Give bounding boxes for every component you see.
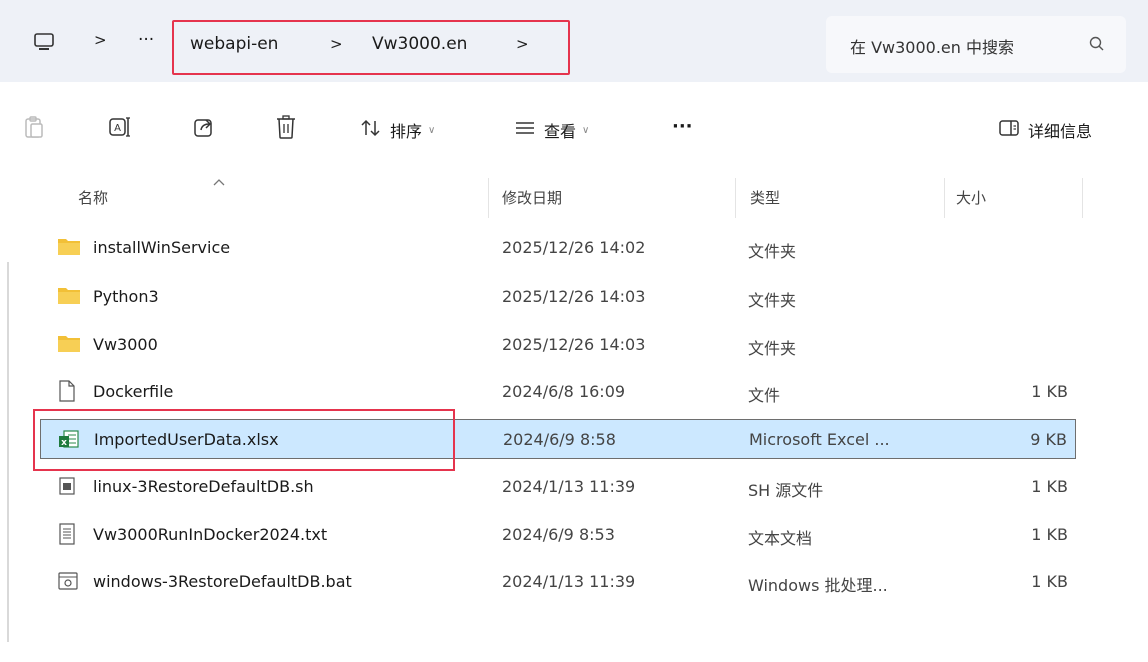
file-size: 1 KB xyxy=(1031,572,1068,591)
file-type: Microsoft Excel ... xyxy=(749,430,890,449)
script-file-icon xyxy=(57,475,79,497)
view-icon xyxy=(514,118,536,142)
column-divider[interactable] xyxy=(944,178,945,218)
search-box[interactable]: 在 Vw3000.en 中搜索 xyxy=(826,16,1126,73)
file-row[interactable]: Dockerfile 2024/6/8 16:09 文件 1 KB xyxy=(40,372,1076,412)
blank-file-icon xyxy=(57,380,79,402)
file-date: 2024/1/13 11:39 xyxy=(502,572,636,591)
sort-icon xyxy=(360,118,382,142)
file-row[interactable]: Vw3000 2025/12/26 14:03 文件夹 xyxy=(40,325,1076,365)
file-date: 2024/6/9 8:53 xyxy=(502,525,615,544)
file-type: 文件夹 xyxy=(748,242,797,261)
view-button[interactable]: 查看 ∨ xyxy=(514,118,589,142)
file-date: 2025/12/26 14:03 xyxy=(502,335,646,354)
breadcrumb-overflow[interactable]: ··· xyxy=(138,30,154,50)
delete-icon[interactable] xyxy=(275,114,297,140)
file-size: 1 KB xyxy=(1031,382,1068,401)
file-date: 2025/12/26 14:03 xyxy=(502,287,646,306)
view-label: 查看 xyxy=(544,122,577,141)
details-pane-button[interactable]: 详细信息 xyxy=(998,118,1092,142)
file-date: 2024/6/9 8:58 xyxy=(503,430,616,449)
file-name: Vw3000RunInDocker2024.txt xyxy=(93,525,328,544)
folder-icon xyxy=(57,333,80,355)
column-divider[interactable] xyxy=(488,178,489,218)
search-icon[interactable] xyxy=(1088,35,1106,57)
rename-icon[interactable]: A xyxy=(108,115,132,139)
column-header-name[interactable]: 名称 xyxy=(78,187,108,208)
folder-icon xyxy=(57,285,80,307)
column-divider[interactable] xyxy=(1082,178,1083,218)
breadcrumb-item-vw3000-en[interactable]: Vw3000.en xyxy=(372,34,467,54)
file-name: Python3 xyxy=(93,287,159,306)
file-date: 2025/12/26 14:02 xyxy=(502,238,646,257)
file-size: 1 KB xyxy=(1031,525,1068,544)
file-row[interactable]: Vw3000RunInDocker2024.txt 2024/6/9 8:53 … xyxy=(40,515,1076,555)
more-options-button[interactable]: ··· xyxy=(672,116,693,137)
file-row[interactable]: linux-3RestoreDefaultDB.sh 2024/1/13 11:… xyxy=(40,467,1076,507)
file-name: windows-3RestoreDefaultDB.bat xyxy=(93,572,352,591)
selected-file-highlight xyxy=(33,409,455,471)
file-type: SH 源文件 xyxy=(748,481,824,500)
chevron-down-icon: ∨ xyxy=(428,124,436,136)
breadcrumb-item-webapi-en[interactable]: webapi-en xyxy=(190,34,278,54)
file-size: 9 KB xyxy=(1030,430,1067,449)
file-date: 2024/1/13 11:39 xyxy=(502,477,636,496)
details-pane-label: 详细信息 xyxy=(1028,122,1093,141)
chevron-down-icon: ∨ xyxy=(582,124,590,136)
column-header-type[interactable]: 类型 xyxy=(750,187,780,208)
file-size: 1 KB xyxy=(1031,477,1068,496)
address-toolbar: > ··· webapi-en > Vw3000.en > 在 Vw3000.e… xyxy=(0,0,1148,82)
file-row[interactable]: windows-3RestoreDefaultDB.bat 2024/1/13 … xyxy=(40,562,1076,602)
folder-icon xyxy=(57,236,80,258)
file-row[interactable]: Python3 2025/12/26 14:03 文件夹 xyxy=(40,277,1076,317)
file-type: 文本文档 xyxy=(748,529,813,548)
command-bar: A 排序 ∨ 查看 ∨ ··· 详细信息 xyxy=(0,82,1148,177)
file-name: installWinService xyxy=(93,238,231,257)
file-name: linux-3RestoreDefaultDB.sh xyxy=(93,477,314,496)
chevron-right-icon: > xyxy=(330,35,343,53)
file-type: Windows 批处理... xyxy=(748,576,888,595)
file-type: 文件夹 xyxy=(748,291,797,310)
column-header-row: 名称 修改日期 类型 大小 xyxy=(0,178,1148,218)
details-pane-icon xyxy=(998,119,1020,141)
chevron-right-icon[interactable]: > xyxy=(516,35,529,53)
paste-icon[interactable] xyxy=(23,115,45,139)
file-name: Dockerfile xyxy=(93,382,174,401)
search-input[interactable]: 在 Vw3000.en 中搜索 xyxy=(850,34,1014,58)
text-file-icon xyxy=(57,523,79,545)
sort-ascending-icon xyxy=(212,172,226,191)
sort-label: 排序 xyxy=(390,122,423,141)
column-header-size[interactable]: 大小 xyxy=(956,187,986,208)
share-icon[interactable] xyxy=(192,115,216,139)
column-header-date[interactable]: 修改日期 xyxy=(502,187,562,208)
sort-button[interactable]: 排序 ∨ xyxy=(360,118,435,142)
navigation-pane-divider[interactable] xyxy=(7,262,9,642)
file-type: 文件 xyxy=(748,386,781,405)
svg-text:A: A xyxy=(114,123,121,134)
this-pc-icon[interactable] xyxy=(32,30,56,54)
file-type: 文件夹 xyxy=(748,339,797,358)
chevron-right-icon: > xyxy=(94,31,107,49)
batch-file-icon xyxy=(57,570,79,592)
file-name: Vw3000 xyxy=(93,335,158,354)
column-divider[interactable] xyxy=(735,178,736,218)
file-date: 2024/6/8 16:09 xyxy=(502,382,626,401)
file-row[interactable]: installWinService 2025/12/26 14:02 文件夹 xyxy=(40,228,1076,268)
